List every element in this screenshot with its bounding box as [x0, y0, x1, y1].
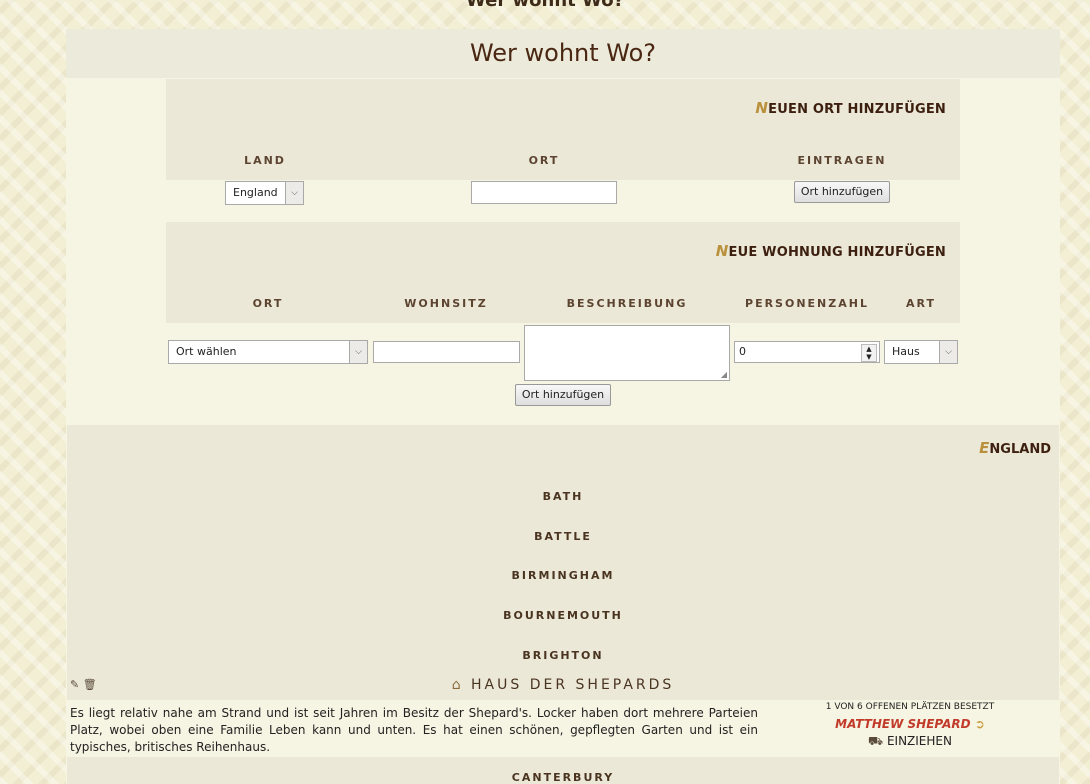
new-place-section: NEUEN ORT HINZUFÜGEN LAND ORT EINTRAGEN	[166, 79, 960, 180]
personenzahl-input[interactable]: 0 ▲ ▼	[734, 341, 880, 363]
move-in-button[interactable]: ⛟ EINZIEHEN	[780, 734, 1040, 750]
city-canterbury[interactable]: CANTERBURY	[67, 771, 1059, 784]
next-city-row: CANTERBURY	[67, 757, 1059, 784]
country-title[interactable]: ENGLAND	[979, 439, 1051, 457]
col-wohnsitz: WOHNSITZ	[404, 297, 488, 310]
land-select[interactable]: England ⌵	[225, 181, 304, 205]
wohnsitz-input[interactable]	[373, 341, 520, 363]
resident-link[interactable]: MATTHEW SHEPARD ➲	[780, 717, 1040, 731]
col-ort: ORT	[528, 154, 560, 167]
ort-select[interactable]: Ort wählen ⌵	[168, 340, 368, 364]
new-home-title: NEUE WOHNUNG HINZUFÜGEN	[715, 242, 946, 260]
beschreibung-textarea[interactable]: ◢	[524, 325, 730, 381]
art-select[interactable]: Haus ⌵	[884, 340, 958, 364]
col-land: LAND	[244, 154, 286, 167]
ort-input[interactable]	[471, 181, 617, 204]
city-bath[interactable]: BATH	[67, 490, 1059, 503]
city-bournemouth[interactable]: BOURNEMOUTH	[67, 609, 1059, 622]
resize-grip-icon[interactable]: ◢	[721, 370, 727, 379]
country-section: ENGLAND BATH BATTLE BIRMINGHAM BOURNEMOU…	[67, 425, 1059, 700]
truck-icon: ⛟	[868, 734, 884, 748]
chevron-down-icon: ⌵	[285, 182, 303, 204]
occupancy-status: 1 VON 6 OFFENEN PLÄTZEN BESETZT	[825, 702, 995, 712]
city-brighton[interactable]: BRIGHTON	[67, 649, 1059, 662]
city-birmingham[interactable]: BIRMINGHAM	[67, 569, 1059, 582]
city-battle[interactable]: BATTLE	[67, 530, 1059, 543]
col-personenzahl: PERSONENZAHL	[745, 297, 869, 310]
chevron-down-icon: ⌵	[349, 341, 367, 363]
house-description: Es liegt relativ nahe am Strand und ist …	[70, 706, 758, 754]
new-home-section: NEUE WOHNUNG HINZUFÜGEN ORT WOHNSITZ BES…	[166, 222, 960, 323]
home-icon: ⌂	[451, 677, 464, 693]
house-title[interactable]: ⌂ HAUS DER SHEPARDS	[67, 677, 1059, 693]
spinner-icon[interactable]: ▲ ▼	[861, 344, 877, 362]
chevron-down-icon: ⌵	[939, 341, 957, 363]
logout-icon[interactable]: ➲	[975, 717, 985, 731]
page-title: Wer wohnt Wo?	[66, 29, 1060, 78]
add-place-button[interactable]: Ort hinzufügen	[794, 181, 890, 203]
col-beschreibung: BESCHREIBUNG	[566, 297, 688, 310]
col-eintragen: EINTRAGEN	[797, 154, 887, 167]
new-place-title: NEUEN ORT HINZUFÜGEN	[755, 99, 946, 117]
add-home-button[interactable]: Ort hinzufügen	[515, 384, 611, 406]
col-art: ART	[906, 297, 936, 310]
col-ort: ORT	[252, 297, 284, 310]
page-title-cut: Wer wohnt Wo?	[465, 0, 625, 11]
